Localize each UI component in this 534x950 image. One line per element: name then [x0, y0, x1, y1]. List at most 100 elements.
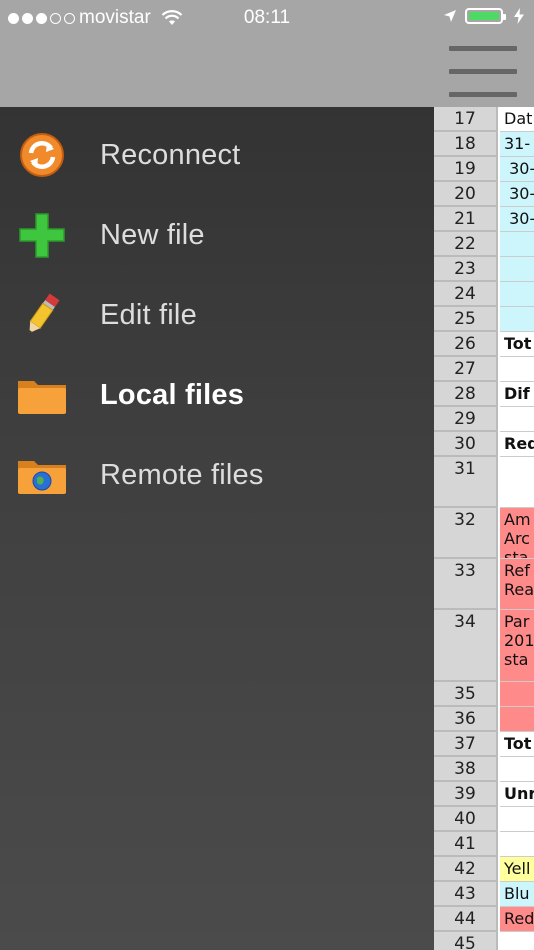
- sheet-cell[interactable]: 30-: [500, 157, 534, 182]
- sheet-cell[interactable]: Blu: [500, 882, 534, 907]
- sheet-row[interactable]: 32 Am Arc sta: [434, 508, 534, 559]
- sheet-cell[interactable]: [500, 407, 534, 432]
- sheet-row[interactable]: 33 Ref Rea: [434, 559, 534, 610]
- sheet-cell[interactable]: Red: [500, 907, 534, 932]
- row-number[interactable]: 19: [434, 157, 498, 182]
- sheet-row[interactable]: 29: [434, 407, 534, 432]
- sheet-cell[interactable]: [500, 757, 534, 782]
- sheet-cell[interactable]: [500, 232, 534, 257]
- sheet-row[interactable]: 20 30-: [434, 182, 534, 207]
- sheet-row[interactable]: 17 Dat: [434, 107, 534, 132]
- row-number[interactable]: 39: [434, 782, 498, 807]
- sheet-row[interactable]: 27: [434, 357, 534, 382]
- sheet-row[interactable]: 31: [434, 457, 534, 508]
- sheet-cell[interactable]: [500, 682, 534, 707]
- sheet-cell[interactable]: [500, 457, 534, 508]
- menu-item-remote-files[interactable]: Remote files: [0, 435, 434, 515]
- row-number[interactable]: 30: [434, 432, 498, 457]
- row-number[interactable]: 17: [434, 107, 498, 132]
- menu-item-reconnect[interactable]: Reconnect: [0, 115, 434, 195]
- row-number[interactable]: 29: [434, 407, 498, 432]
- sheet-cell[interactable]: Red: [500, 432, 534, 457]
- row-number[interactable]: 21: [434, 207, 498, 232]
- sheet-row[interactable]: 36: [434, 707, 534, 732]
- hamburger-menu-icon[interactable]: [449, 46, 519, 98]
- row-number[interactable]: 37: [434, 732, 498, 757]
- sheet-row[interactable]: 45: [434, 932, 534, 950]
- row-number[interactable]: 22: [434, 232, 498, 257]
- menu-label: Edit file: [100, 299, 197, 331]
- sheet-row[interactable]: 37 Tot: [434, 732, 534, 757]
- sheet-cell[interactable]: Dif: [500, 382, 534, 407]
- sheet-cell[interactable]: [500, 357, 534, 382]
- sheet-cell[interactable]: Ref Rea: [500, 559, 534, 610]
- sheet-cell[interactable]: Tot: [500, 732, 534, 757]
- row-number[interactable]: 31: [434, 457, 498, 508]
- row-number[interactable]: 25: [434, 307, 498, 332]
- menu-item-local-files[interactable]: Local files: [0, 355, 434, 435]
- sheet-cell[interactable]: [500, 307, 534, 332]
- row-number[interactable]: 20: [434, 182, 498, 207]
- row-number[interactable]: 36: [434, 707, 498, 732]
- row-number[interactable]: 43: [434, 882, 498, 907]
- sheet-row[interactable]: 21 30-: [434, 207, 534, 232]
- menu-item-new-file[interactable]: New file: [0, 195, 434, 275]
- row-number[interactable]: 34: [434, 610, 498, 682]
- sheet-row[interactable]: 28 Dif: [434, 382, 534, 407]
- menu-label: Reconnect: [100, 139, 241, 171]
- sheet-cell[interactable]: Tot: [500, 332, 534, 357]
- row-number[interactable]: 40: [434, 807, 498, 832]
- sheet-cell[interactable]: [500, 257, 534, 282]
- sheet-row[interactable]: 26 Tot: [434, 332, 534, 357]
- sheet-row[interactable]: 25: [434, 307, 534, 332]
- row-number[interactable]: 27: [434, 357, 498, 382]
- row-number[interactable]: 28: [434, 382, 498, 407]
- row-number[interactable]: 44: [434, 907, 498, 932]
- sheet-row[interactable]: 40: [434, 807, 534, 832]
- sheet-cell[interactable]: [500, 282, 534, 307]
- sheet-cell[interactable]: Dat: [500, 107, 534, 132]
- sheet-row[interactable]: 35: [434, 682, 534, 707]
- row-number[interactable]: 24: [434, 282, 498, 307]
- sheet-cell[interactable]: [500, 932, 534, 950]
- sheet-cell[interactable]: [500, 832, 534, 857]
- menu-item-edit-file[interactable]: Edit file: [0, 275, 434, 355]
- row-number[interactable]: 23: [434, 257, 498, 282]
- sheet-cell[interactable]: 30-: [500, 207, 534, 232]
- sheet-row[interactable]: 34 Par 201 sta: [434, 610, 534, 682]
- sheet-row[interactable]: 44 Red: [434, 907, 534, 932]
- sheet-row[interactable]: 18 31-: [434, 132, 534, 157]
- sheet-cell[interactable]: [500, 707, 534, 732]
- sheet-row[interactable]: 43 Blu: [434, 882, 534, 907]
- sheet-row[interactable]: 39 Unr: [434, 782, 534, 807]
- folder-icon: [18, 381, 66, 414]
- sheet-row[interactable]: 19 30-: [434, 157, 534, 182]
- menu-label: Remote files: [100, 459, 264, 491]
- sheet-row[interactable]: 41: [434, 832, 534, 857]
- row-number[interactable]: 38: [434, 757, 498, 782]
- sheet-cell[interactable]: Unr: [500, 782, 534, 807]
- row-number[interactable]: 42: [434, 857, 498, 882]
- sheet-cell[interactable]: 30-: [500, 182, 534, 207]
- sheet-cell[interactable]: 31-: [500, 132, 534, 157]
- sheet-cell[interactable]: Par 201 sta: [500, 610, 534, 682]
- spreadsheet-grid[interactable]: 17 Dat 18 31- 19 30- 20 30- 21 30- 22 23 24 25 26 To…: [434, 107, 534, 950]
- sheet-cell[interactable]: Am Arc sta: [500, 508, 534, 559]
- row-number[interactable]: 26: [434, 332, 498, 357]
- sheet-cell[interactable]: [500, 807, 534, 832]
- row-number[interactable]: 35: [434, 682, 498, 707]
- charging-bolt-icon: [514, 8, 524, 24]
- sheet-row[interactable]: 30Red: [434, 432, 534, 457]
- sheet-row[interactable]: 23: [434, 257, 534, 282]
- sheet-row[interactable]: 24: [434, 282, 534, 307]
- sheet-row[interactable]: 42 Yell: [434, 857, 534, 882]
- menu-label: Local files: [100, 379, 245, 411]
- row-number[interactable]: 41: [434, 832, 498, 857]
- sheet-cell[interactable]: Yell: [500, 857, 534, 882]
- row-number[interactable]: 18: [434, 132, 498, 157]
- row-number[interactable]: 33: [434, 559, 498, 610]
- row-number[interactable]: 45: [434, 932, 498, 950]
- sheet-row[interactable]: 38: [434, 757, 534, 782]
- row-number[interactable]: 32: [434, 508, 498, 559]
- sheet-row[interactable]: 22: [434, 232, 534, 257]
